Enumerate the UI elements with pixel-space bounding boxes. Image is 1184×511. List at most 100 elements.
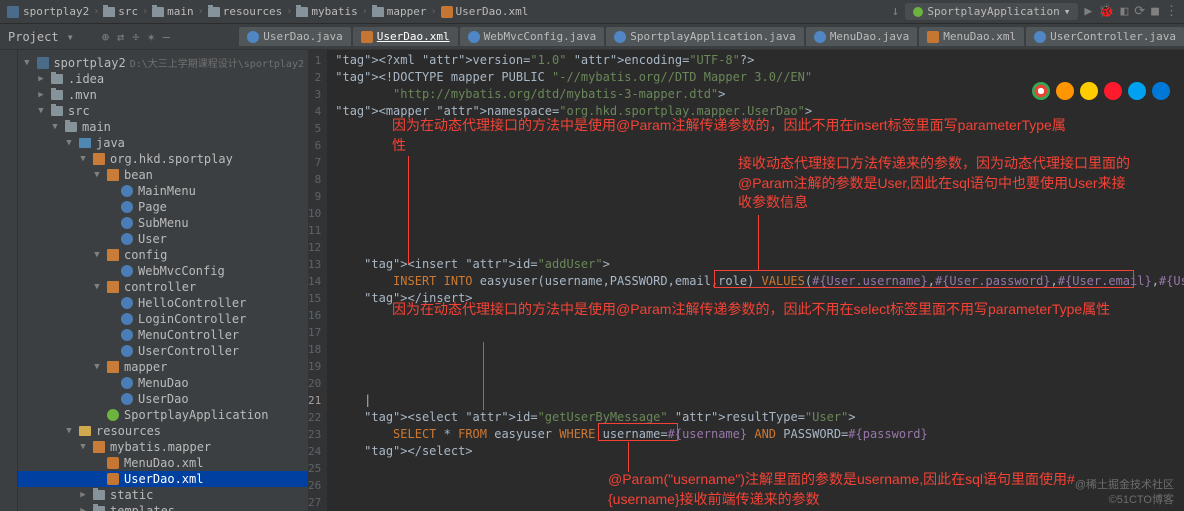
tree-row-usercontroller[interactable]: UserController <box>18 343 308 359</box>
chrome-icon[interactable] <box>1032 82 1050 100</box>
opera-icon[interactable] <box>1104 82 1122 100</box>
tree-row-controller[interactable]: controller <box>18 279 308 295</box>
tree-row-page[interactable]: Page <box>18 199 308 215</box>
tree-row-logincontroller[interactable]: LoginController <box>18 311 308 327</box>
tree-arrow-icon[interactable] <box>36 106 46 116</box>
editor-tab-4[interactable]: MenuDao.java <box>806 27 917 46</box>
profile-icon[interactable]: ⟳ <box>1134 4 1145 19</box>
java-icon <box>1034 31 1046 43</box>
crumb-2[interactable]: main <box>152 5 194 18</box>
tree-arrow-icon[interactable] <box>64 138 74 148</box>
tree-row-sportplayapplication[interactable]: SportplayApplication <box>18 407 308 423</box>
tree-arrow-icon[interactable] <box>78 506 88 511</box>
editor-tab-5[interactable]: MenuDao.xml <box>919 27 1024 46</box>
tree-row-org-hkd-sportplay[interactable]: org.hkd.sportplay <box>18 151 308 167</box>
ie-icon[interactable] <box>1128 82 1146 100</box>
java-icon <box>814 31 826 43</box>
tree-row-config[interactable]: config <box>18 247 308 263</box>
crumb-4[interactable]: mybatis <box>296 5 357 18</box>
java-icon <box>614 31 626 43</box>
tree-row-src[interactable]: src <box>18 103 308 119</box>
collapse-icon[interactable]: ÷ <box>132 30 139 44</box>
crumb-6[interactable]: UserDao.xml <box>441 5 529 18</box>
stop-icon[interactable]: ■ <box>1151 4 1159 19</box>
project-tree[interactable]: sportplay2 D:\大三上学期课程设计\sportplay2.idea.… <box>18 50 308 511</box>
editor-tab-3[interactable]: SportplayApplication.java <box>606 27 804 46</box>
tree-row-menudao-xml[interactable]: MenuDao.xml <box>18 455 308 471</box>
arrow-4 <box>628 442 629 472</box>
tree-row-menudao[interactable]: MenuDao <box>18 375 308 391</box>
cls-icon <box>121 329 133 341</box>
expand-icon[interactable]: ⇄ <box>117 30 124 44</box>
editor-tab-1[interactable]: UserDao.xml <box>353 27 458 46</box>
run-icon[interactable]: ▶ <box>1084 4 1092 19</box>
tree-arrow-icon[interactable] <box>92 282 102 292</box>
folder-icon <box>65 122 77 132</box>
edge-icon[interactable] <box>1152 82 1170 100</box>
hide-icon[interactable]: — <box>163 30 170 44</box>
project-panel-title[interactable]: Project <box>8 30 59 44</box>
tree-row-java[interactable]: java <box>18 135 308 151</box>
highlight-values-box <box>714 270 1134 288</box>
arrow-1 <box>408 156 409 264</box>
code-editor[interactable]: 1234567891011121314151617181920212223242… <box>308 50 1184 511</box>
tree-arrow-icon[interactable] <box>92 250 102 260</box>
tree-row-mapper[interactable]: mapper <box>18 359 308 375</box>
tree-row-resources[interactable]: resources <box>18 423 308 439</box>
mod-icon <box>37 57 49 69</box>
tree-row--mvn[interactable]: .mvn <box>18 87 308 103</box>
run-config-selector[interactable]: SportplayApplication▾ <box>905 3 1078 20</box>
build-icon[interactable]: ↓ <box>892 4 900 19</box>
src-icon <box>79 138 91 148</box>
tree-row-user[interactable]: User <box>18 231 308 247</box>
tree-arrow-icon[interactable] <box>50 122 60 132</box>
tree-row-menucontroller[interactable]: MenuController <box>18 327 308 343</box>
tree-row-bean[interactable]: bean <box>18 167 308 183</box>
tree-arrow-icon[interactable] <box>78 154 88 164</box>
cls-icon <box>121 265 133 277</box>
tree-row-userdao[interactable]: UserDao <box>18 391 308 407</box>
watermark: @稀土掘金技术社区 ©51CTO博客 <box>1075 478 1174 507</box>
tree-arrow-icon[interactable] <box>22 58 32 68</box>
tree-row-main[interactable]: main <box>18 119 308 135</box>
cls-icon <box>121 377 133 389</box>
debug-icon[interactable]: 🐞 <box>1098 4 1114 19</box>
tree-arrow-icon[interactable] <box>36 90 46 100</box>
tree-arrow-icon[interactable] <box>92 170 102 180</box>
tree-arrow-icon[interactable] <box>78 490 88 500</box>
arrow-3 <box>483 342 484 410</box>
select-opened-icon[interactable]: ⊕ <box>102 30 109 44</box>
more-icon[interactable]: ⋮ <box>1165 4 1178 19</box>
crumb-0[interactable]: sportplay2 <box>6 5 89 19</box>
tree-row-webmvcconfig[interactable]: WebMvcConfig <box>18 263 308 279</box>
cls-icon <box>121 297 133 309</box>
cls-icon <box>121 233 133 245</box>
firefox-icon[interactable] <box>1056 82 1074 100</box>
crumb-5[interactable]: mapper <box>372 5 427 18</box>
tree-arrow-icon[interactable] <box>36 74 46 84</box>
tree-row--idea[interactable]: .idea <box>18 71 308 87</box>
tree-row-hellocontroller[interactable]: HelloController <box>18 295 308 311</box>
folder-icon <box>51 90 63 100</box>
editor-tab-6[interactable]: UserController.java <box>1026 27 1184 46</box>
tree-row-mybatis-mapper[interactable]: mybatis.mapper <box>18 439 308 455</box>
tree-row-submenu[interactable]: SubMenu <box>18 215 308 231</box>
editor-tab-0[interactable]: UserDao.java <box>239 27 350 46</box>
tree-row-static[interactable]: static <box>18 487 308 503</box>
tree-arrow-icon[interactable] <box>92 362 102 372</box>
tree-row-sportplay2[interactable]: sportplay2 D:\大三上学期课程设计\sportplay2 <box>18 54 308 71</box>
tree-arrow-icon[interactable] <box>78 442 88 452</box>
crumb-3[interactable]: resources <box>208 5 283 18</box>
cls-icon <box>121 313 133 325</box>
tree-row-mainmenu[interactable]: MainMenu <box>18 183 308 199</box>
crumb-1[interactable]: src <box>103 5 138 18</box>
folder-icon <box>93 506 105 511</box>
tree-arrow-icon[interactable] <box>64 426 74 436</box>
tree-row-userdao-xml[interactable]: UserDao.xml <box>18 471 308 487</box>
editor-tab-2[interactable]: WebMvcConfig.java <box>460 27 605 46</box>
coverage-icon[interactable]: ◧ <box>1120 4 1128 19</box>
tree-row-templates[interactable]: templates <box>18 503 308 511</box>
tool-window-rail[interactable] <box>0 50 18 511</box>
yandex-icon[interactable] <box>1080 82 1098 100</box>
settings-icon[interactable]: ✶ <box>148 30 155 44</box>
